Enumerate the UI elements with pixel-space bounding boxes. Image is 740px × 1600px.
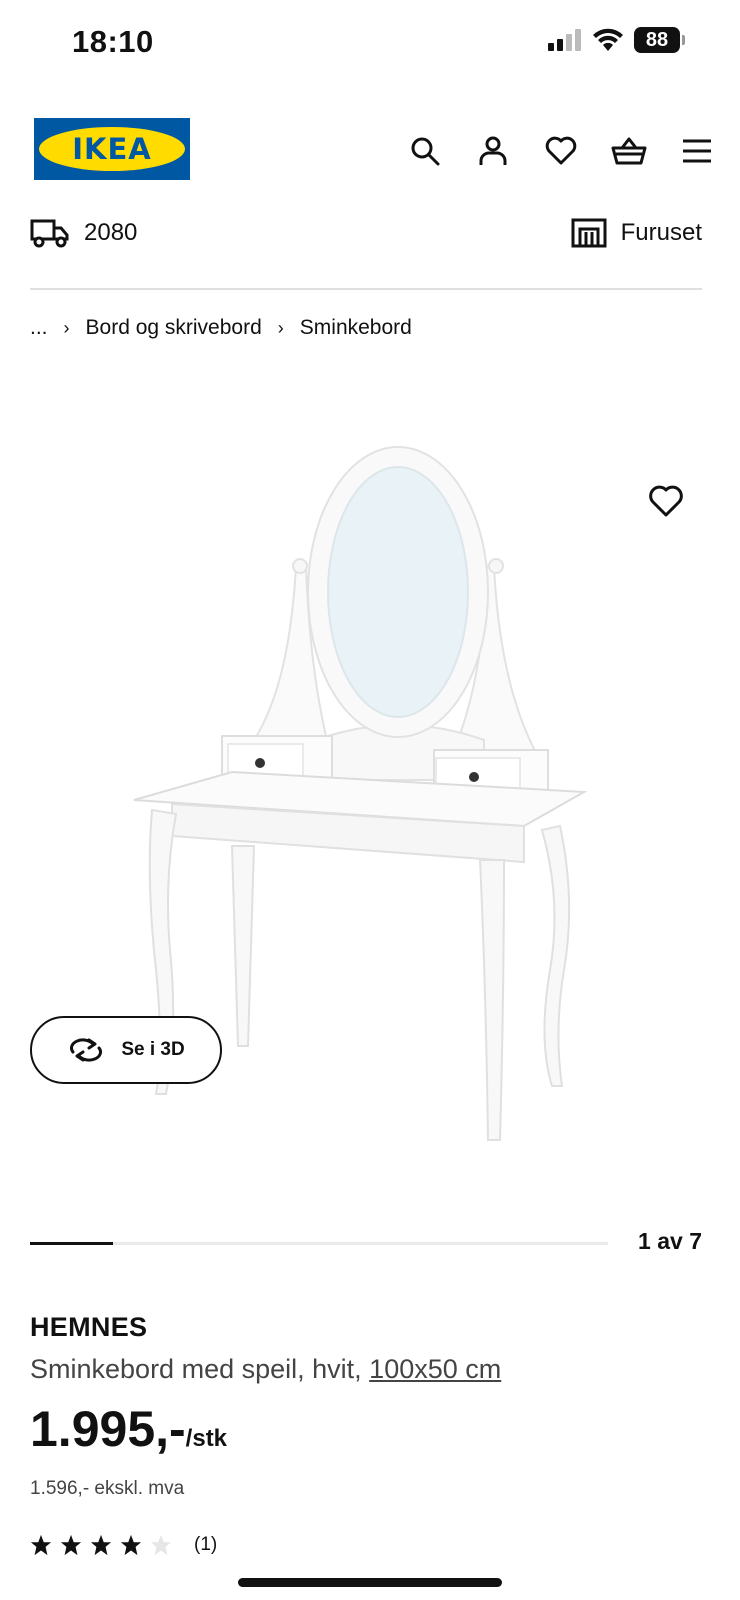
- star-filled-icon: [90, 1534, 112, 1556]
- header-divider: [30, 288, 702, 290]
- status-icons: 88: [548, 27, 685, 53]
- status-bar: 18:10 88: [0, 0, 740, 84]
- status-time: 18:10: [72, 24, 154, 59]
- battery-indicator: 88: [634, 27, 685, 53]
- menu-button[interactable]: [674, 128, 720, 174]
- gallery-progress-fill: [30, 1242, 113, 1245]
- product-price: 1.995,- /stk: [30, 1400, 227, 1458]
- price-value: 1.995,-: [30, 1401, 186, 1457]
- truck-icon: [30, 219, 69, 248]
- profile-icon: [479, 136, 507, 165]
- store-name: Furuset: [620, 219, 702, 246]
- review-count: (1): [194, 1534, 218, 1555]
- site-header: IKEA: [0, 116, 740, 180]
- gallery-progress-track: [30, 1242, 608, 1245]
- product-name: HEMNES: [30, 1312, 148, 1342]
- store-selector-button[interactable]: Furuset: [571, 218, 702, 248]
- delivery-postcode: 2080: [84, 219, 138, 246]
- logo-oval: IKEA: [39, 127, 185, 171]
- breadcrumb: ... › Bord og skrivebord › Sminkebord: [30, 316, 412, 340]
- star-filled-icon: [60, 1534, 82, 1556]
- profile-button[interactable]: [470, 128, 516, 174]
- logo-text: IKEA: [72, 132, 152, 166]
- heart-icon: [545, 136, 577, 165]
- view-3d-label: Se i 3D: [121, 1039, 185, 1060]
- star-filled-icon: [30, 1534, 52, 1556]
- price-unit: /stk: [185, 1425, 228, 1452]
- home-indicator: [238, 1578, 502, 1587]
- gallery-counter: 1 av 7: [638, 1228, 702, 1254]
- wifi-icon: [593, 28, 623, 51]
- star-empty-icon: [150, 1534, 172, 1556]
- search-icon: [411, 137, 440, 166]
- heart-icon: [649, 485, 683, 517]
- delivery-postcode-button[interactable]: 2080: [30, 218, 137, 248]
- product-dimensions-link[interactable]: 100x50 cm: [369, 1354, 501, 1384]
- search-button[interactable]: [402, 128, 448, 174]
- price-excl-vat: 1.596,- ekskl. mva: [30, 1478, 185, 1499]
- wishlist-button[interactable]: [538, 128, 584, 174]
- product-rating[interactable]: (1): [30, 1534, 217, 1556]
- chevron-right-icon: ›: [63, 317, 70, 338]
- breadcrumb-ellipsis[interactable]: ...: [30, 316, 48, 340]
- breadcrumb-item-tables[interactable]: Bord og skrivebord: [86, 316, 262, 340]
- signal-icon: [548, 29, 581, 51]
- menu-icon: [683, 139, 711, 163]
- view-3d-button[interactable]: Se i 3D: [30, 1016, 222, 1084]
- cart-button[interactable]: [606, 128, 652, 174]
- rating-stars: [30, 1534, 172, 1556]
- store-icon: [571, 218, 607, 248]
- cart-icon: [611, 137, 647, 165]
- chevron-right-icon: ›: [277, 317, 284, 338]
- ikea-logo[interactable]: IKEA: [34, 118, 190, 180]
- header-icons: [402, 128, 720, 174]
- product-description: Sminkebord med speil, hvit, 100x50 cm: [30, 1354, 501, 1385]
- add-to-favourites-button[interactable]: [648, 484, 688, 524]
- star-filled-icon: [120, 1534, 142, 1556]
- product-description-text: Sminkebord med speil, hvit,: [30, 1354, 362, 1384]
- rotate-3d-icon: [70, 1038, 103, 1062]
- delivery-row: 2080 Furuset: [30, 218, 702, 262]
- breadcrumb-item-dressing-tables[interactable]: Sminkebord: [300, 316, 412, 340]
